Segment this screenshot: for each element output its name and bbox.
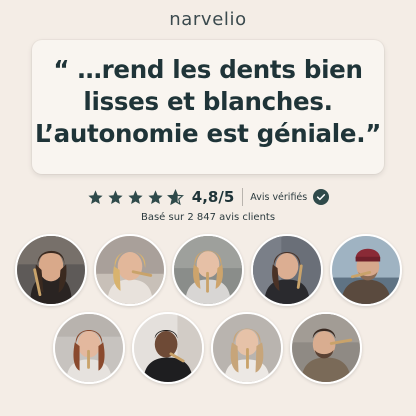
verified-reviews-label: Avis vérifiés <box>250 191 308 203</box>
star-icon <box>87 189 104 206</box>
check-circle-icon <box>313 189 330 205</box>
customer-photo-6 <box>53 312 125 384</box>
customer-photo-3 <box>172 234 244 306</box>
testimonial-quote: “ …rend les dents bien lisses et blanche… <box>32 54 384 150</box>
star-icon <box>147 189 164 206</box>
star-icon <box>127 189 144 206</box>
quote-line-1: “ …rend les dents bien <box>53 55 363 84</box>
quote-line-3: L’autonomie est géniale.” <box>34 119 382 148</box>
testimonial-quote-card: “ …rend les dents bien lisses et blanche… <box>32 40 384 174</box>
star-half-icon <box>166 188 184 206</box>
star-icon <box>107 189 124 206</box>
quote-line-2: lisses et blanches. <box>83 87 333 116</box>
customer-photo-1 <box>15 234 87 306</box>
customer-photo-9 <box>290 312 362 384</box>
star-rating <box>87 188 184 206</box>
divider <box>242 188 244 206</box>
customer-photo-4 <box>251 234 323 306</box>
customer-photo-5 <box>330 234 402 306</box>
customer-photo-8 <box>211 312 283 384</box>
review-count: Basé sur 2 847 avis clients <box>140 212 276 223</box>
rating-score: 4,8/5 <box>191 188 235 206</box>
customer-photo-7 <box>132 312 204 384</box>
brand-logo: narvelio <box>169 9 247 30</box>
rating-summary: 4,8/5 Avis vérifiés <box>0 186 416 208</box>
customer-photo-2 <box>94 234 166 306</box>
